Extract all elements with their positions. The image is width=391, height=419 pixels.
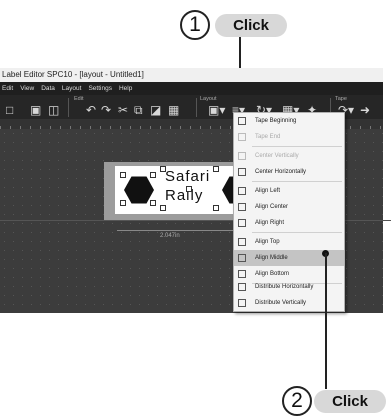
ribbon-group-edit: Edit xyxy=(74,96,84,102)
menu-item-distribute-horizontally[interactable]: Distribute Horizontally xyxy=(234,279,344,295)
cut-icon[interactable]: ✂ xyxy=(118,104,128,116)
menu-item-center-horizontally[interactable]: Center Horizontally xyxy=(234,164,344,180)
menu-edit[interactable]: Edit xyxy=(2,82,13,95)
arrange-icon[interactable]: ▣▾ xyxy=(208,104,225,116)
align-middle-icon xyxy=(238,254,246,262)
redo-icon[interactable]: ↷ xyxy=(101,104,111,116)
menu-item-center-vertically: Center Vertically xyxy=(234,148,344,164)
dimension-line xyxy=(117,230,239,231)
menu-separator xyxy=(252,146,342,147)
menu-help[interactable]: Help xyxy=(119,82,132,95)
open-book-icon[interactable]: ◫ xyxy=(48,104,59,116)
step2-number: 2 xyxy=(291,389,303,412)
ribbon-separator xyxy=(68,98,69,117)
window-title: Label Editor SPC10 - [layout - Untitled1… xyxy=(0,68,383,82)
step2-pointer-line xyxy=(325,253,327,389)
undo-icon[interactable]: ↶ xyxy=(86,104,96,116)
align-left-icon xyxy=(238,187,246,195)
selection-handle[interactable] xyxy=(120,200,126,206)
new-file-icon[interactable]: □ xyxy=(6,104,13,116)
step1-number-circle: 1 xyxy=(180,10,210,40)
menu-separator xyxy=(252,232,342,233)
save-icon[interactable]: ▣ xyxy=(30,104,41,116)
align-right-icon xyxy=(238,219,246,227)
menu-separator xyxy=(252,181,342,182)
selection-handle[interactable] xyxy=(160,205,166,211)
selection-handle[interactable] xyxy=(160,166,166,172)
selection-handle[interactable] xyxy=(120,172,126,178)
ribbon-group-layout: Layout xyxy=(200,96,217,102)
paste-icon[interactable]: ◪ xyxy=(150,104,161,116)
menu-item-align-top[interactable]: Align Top xyxy=(234,234,344,250)
distribute-vertically-icon xyxy=(238,299,246,307)
selection-handle[interactable] xyxy=(150,200,156,206)
selection-handle[interactable] xyxy=(150,172,156,178)
center-horizontally-icon xyxy=(238,168,246,176)
tape-end-icon xyxy=(238,133,246,141)
center-vertically-icon xyxy=(238,152,246,160)
tape-cut-icon[interactable]: ➜ xyxy=(360,104,370,116)
menu-settings[interactable]: Settings xyxy=(88,82,112,95)
menu-view[interactable]: View xyxy=(20,82,34,95)
step1-click-label: Click xyxy=(215,14,287,37)
align-top-icon xyxy=(238,238,246,246)
align-bottom-icon xyxy=(238,270,246,278)
menu-layout[interactable]: Layout xyxy=(62,82,82,95)
ribbon-separator xyxy=(196,98,197,117)
menu-item-tape-end: Tape End xyxy=(234,129,344,145)
menu-item-tape-beginning[interactable]: Tape Beginning xyxy=(234,113,344,129)
tape-beginning-icon xyxy=(238,117,246,125)
menu-item-align-left[interactable]: Align Left xyxy=(234,183,344,199)
menu-item-align-right[interactable]: Align Right xyxy=(234,215,344,231)
selection-handle[interactable] xyxy=(213,166,219,172)
align-center-icon xyxy=(238,203,246,211)
step2-click-label: Click xyxy=(314,390,386,413)
menu-item-align-center[interactable]: Align Center xyxy=(234,199,344,215)
dimension-readout: 2.047in xyxy=(160,233,180,239)
delete-icon[interactable]: ▦ xyxy=(168,104,179,116)
selection-handle[interactable] xyxy=(186,186,192,192)
menu-data[interactable]: Data xyxy=(41,82,55,95)
copy-icon[interactable]: ⧉ xyxy=(134,104,143,116)
label-text-line1[interactable]: Safari xyxy=(165,168,210,185)
step2-number-circle: 2 xyxy=(282,386,312,416)
distribute-horizontally-icon xyxy=(238,283,246,291)
ribbon-group-tape: Tape xyxy=(335,96,347,102)
selection-handle[interactable] xyxy=(213,205,219,211)
menu-bar: Edit View Data Layout Settings Help xyxy=(0,82,383,95)
label-text-line2[interactable]: Rally xyxy=(165,187,203,204)
align-dropdown-menu: Tape Beginning Tape End Center Verticall… xyxy=(233,112,345,312)
menu-item-distribute-vertically[interactable]: Distribute Vertically xyxy=(234,295,344,311)
step1-number: 1 xyxy=(189,13,201,36)
